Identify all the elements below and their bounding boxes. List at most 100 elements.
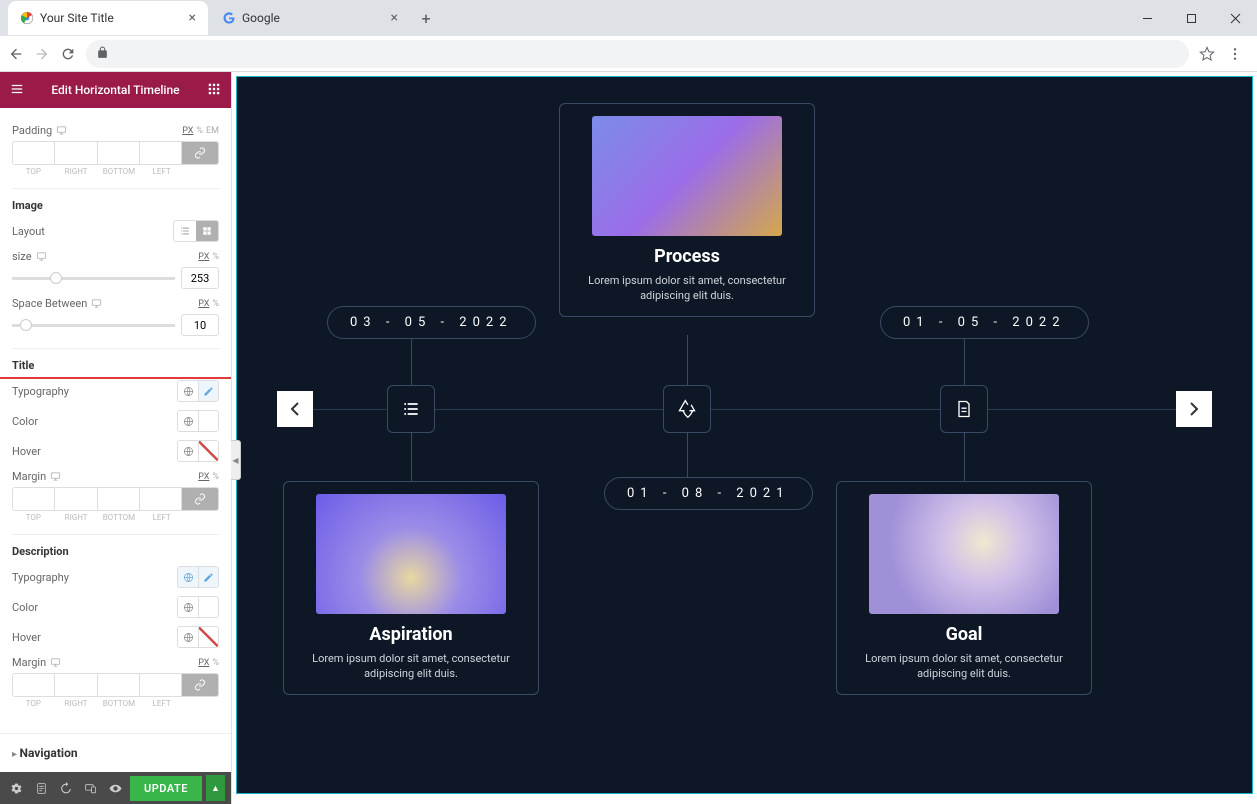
sidebar-header: Edit Horizontal Timeline xyxy=(0,72,231,108)
desktop-icon[interactable] xyxy=(91,298,102,309)
timeline-prev-button[interactable] xyxy=(277,391,313,427)
hover-label: Hover xyxy=(12,631,41,644)
padding-inputs xyxy=(12,141,219,165)
timeline-node-list-icon[interactable] xyxy=(387,385,435,433)
globe-icon[interactable] xyxy=(178,567,198,587)
margin-bottom-input[interactable] xyxy=(98,674,140,696)
close-window-icon[interactable] xyxy=(1213,3,1257,33)
desktop-icon[interactable] xyxy=(56,125,67,136)
globe-icon[interactable] xyxy=(178,441,198,461)
color-swatch[interactable] xyxy=(198,627,218,647)
size-label: size xyxy=(12,250,47,263)
card-image xyxy=(592,116,782,236)
image-section-header: Image xyxy=(12,188,219,212)
color-swatch[interactable] xyxy=(198,597,218,617)
space-slider[interactable] xyxy=(12,324,175,327)
unit-selector[interactable]: PX% xyxy=(198,252,219,262)
timeline-card: Process Lorem ipsum dolor sit amet, cons… xyxy=(559,103,815,317)
layout-toggle[interactable] xyxy=(173,220,219,242)
margin-bottom-input[interactable] xyxy=(98,488,140,510)
color-swatch[interactable] xyxy=(198,411,218,431)
apps-grid-icon[interactable] xyxy=(207,82,221,99)
sidebar-footer: UPDATE ▲ xyxy=(0,772,231,804)
reload-icon[interactable] xyxy=(60,46,76,62)
collapse-sidebar-handle[interactable]: ◀ xyxy=(231,440,241,480)
settings-gear-icon[interactable] xyxy=(6,776,27,800)
navigation-section[interactable]: Navigation xyxy=(0,733,231,772)
globe-icon[interactable] xyxy=(178,381,198,401)
desktop-icon[interactable] xyxy=(50,471,61,482)
timeline-date: 01 - 08 - 2021 xyxy=(604,477,813,510)
margin-top-input[interactable] xyxy=(13,488,55,510)
size-slider[interactable] xyxy=(12,277,175,280)
link-values-icon[interactable] xyxy=(182,488,218,510)
padding-left-input[interactable] xyxy=(140,142,182,164)
link-values-icon[interactable] xyxy=(182,674,218,696)
minimize-icon[interactable] xyxy=(1125,3,1169,33)
card-image xyxy=(316,494,506,614)
padding-right-input[interactable] xyxy=(55,142,97,164)
hover-label: Hover xyxy=(12,445,41,458)
color-swatch[interactable] xyxy=(198,441,218,461)
unit-selector[interactable]: PX% xyxy=(198,472,219,482)
preview-canvas: 03 - 05 - 2022 Aspiration Lorem ipsum do… xyxy=(232,72,1257,804)
link-values-icon[interactable] xyxy=(182,142,218,164)
padding-bottom-input[interactable] xyxy=(98,142,140,164)
margin-top-input[interactable] xyxy=(13,674,55,696)
space-input[interactable] xyxy=(181,314,219,336)
timeline-card: Goal Lorem ipsum dolor sit amet, consect… xyxy=(836,481,1092,695)
padding-top-input[interactable] xyxy=(13,142,55,164)
lock-icon xyxy=(96,44,109,63)
globe-icon[interactable] xyxy=(178,597,198,617)
timeline-next-button[interactable] xyxy=(1176,391,1212,427)
history-icon[interactable] xyxy=(56,776,77,800)
unit-selector[interactable]: PX% xyxy=(198,299,219,309)
close-tab-icon[interactable]: × xyxy=(189,10,196,26)
margin-right-input[interactable] xyxy=(55,674,97,696)
hamburger-icon[interactable] xyxy=(10,82,24,99)
unit-selector[interactable]: PX% xyxy=(198,658,219,668)
timeline-node-document-icon[interactable] xyxy=(940,385,988,433)
url-input[interactable] xyxy=(86,40,1189,68)
close-tab-icon[interactable]: × xyxy=(391,10,398,26)
new-tab-button[interactable]: + xyxy=(412,4,440,32)
layout-grid-icon[interactable] xyxy=(196,221,218,241)
update-options-icon[interactable]: ▲ xyxy=(206,775,225,801)
maximize-icon[interactable] xyxy=(1169,3,1213,33)
size-input[interactable] xyxy=(181,267,219,289)
star-icon[interactable] xyxy=(1199,46,1215,62)
forward-icon[interactable] xyxy=(34,46,50,62)
margin-right-input[interactable] xyxy=(55,488,97,510)
margin-left-input[interactable] xyxy=(140,488,182,510)
timeline-widget[interactable]: 03 - 05 - 2022 Aspiration Lorem ipsum do… xyxy=(236,76,1253,794)
preview-eye-icon[interactable] xyxy=(105,776,126,800)
sidebar-body: Padding PX%EM TOPRIGHTBOTTOMLEFT Image L… xyxy=(0,108,231,733)
menu-dots-icon[interactable] xyxy=(1227,46,1243,62)
margin-inputs xyxy=(12,487,219,511)
connector xyxy=(687,335,688,385)
margin-label: Margin xyxy=(12,470,61,483)
tab-google[interactable]: Google × xyxy=(210,1,410,35)
timeline-node-recycle-icon[interactable] xyxy=(663,385,711,433)
update-button[interactable]: UPDATE xyxy=(130,776,202,801)
color-label: Color xyxy=(12,415,38,428)
unit-selector[interactable]: PX%EM xyxy=(182,126,219,136)
margin-left-input[interactable] xyxy=(140,674,182,696)
globe-icon[interactable] xyxy=(178,411,198,431)
globe-icon[interactable] xyxy=(178,627,198,647)
connector xyxy=(411,433,412,481)
layout-list-icon[interactable] xyxy=(174,221,196,241)
margin-inputs xyxy=(12,673,219,697)
desktop-icon[interactable] xyxy=(50,657,61,668)
edit-pencil-icon[interactable] xyxy=(198,381,218,401)
responsive-icon[interactable] xyxy=(80,776,101,800)
tab-site[interactable]: Your Site Title × xyxy=(8,1,208,35)
typography-label: Typography xyxy=(12,571,69,584)
desktop-icon[interactable] xyxy=(36,251,47,262)
card-image xyxy=(869,494,1059,614)
revisions-icon[interactable] xyxy=(31,776,52,800)
card-title: Process xyxy=(572,246,802,267)
title-section-header: Title xyxy=(12,348,219,372)
back-icon[interactable] xyxy=(8,46,24,62)
edit-pencil-icon[interactable] xyxy=(198,567,218,587)
